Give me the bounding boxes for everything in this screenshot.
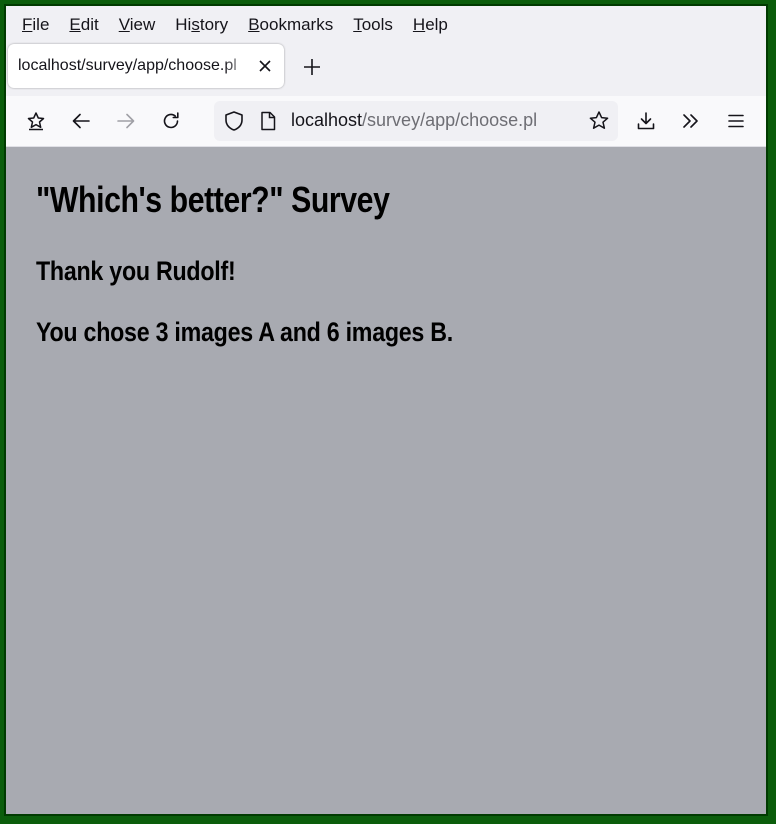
chevrons-right-icon[interactable]: [674, 104, 708, 138]
menu-edit[interactable]: Edit: [61, 15, 110, 35]
back-arrow-icon[interactable]: [64, 104, 98, 138]
survey-result-message: You chose 3 images A and 6 images B.: [36, 317, 453, 347]
navigation-toolbar: localhost/survey/app/choose.pl: [6, 96, 766, 147]
hamburger-menu-icon[interactable]: [719, 104, 753, 138]
tab-title: localhost/survey/app/choose.pl: [18, 57, 237, 74]
tracking-protection-shield-icon[interactable]: [223, 110, 245, 132]
page-content: "Which's better?" Survey Thank you Rudol…: [6, 147, 766, 814]
page-title: "Which's better?" Survey: [36, 179, 390, 220]
reload-icon[interactable]: [154, 104, 188, 138]
menu-tools[interactable]: Tools: [345, 15, 405, 35]
tab-strip: localhost/survey/app/choose.pl: [6, 44, 766, 96]
url-bar[interactable]: localhost/survey/app/choose.pl: [214, 101, 618, 141]
tab-active[interactable]: localhost/survey/app/choose.pl: [8, 44, 284, 88]
menu-bar: File Edit View History Bookmarks Tools H…: [6, 6, 766, 44]
menu-view[interactable]: View: [111, 15, 168, 35]
browser-window: File Edit View History Bookmarks Tools H…: [4, 4, 768, 816]
url-text[interactable]: localhost/survey/app/choose.pl: [291, 110, 537, 131]
forward-arrow-icon[interactable]: [109, 104, 143, 138]
close-icon[interactable]: [254, 55, 276, 77]
menu-help[interactable]: Help: [405, 15, 460, 35]
save-to-pocket-icon[interactable]: [19, 104, 53, 138]
plus-icon[interactable]: [298, 53, 326, 81]
menu-history[interactable]: History: [167, 15, 240, 35]
page-info-icon[interactable]: [259, 111, 277, 131]
thank-you-message: Thank you Rudolf!: [36, 256, 236, 286]
bookmark-star-icon[interactable]: [588, 110, 610, 132]
menu-file[interactable]: File: [14, 15, 61, 35]
download-icon[interactable]: [629, 104, 663, 138]
menu-bookmarks[interactable]: Bookmarks: [240, 15, 345, 35]
